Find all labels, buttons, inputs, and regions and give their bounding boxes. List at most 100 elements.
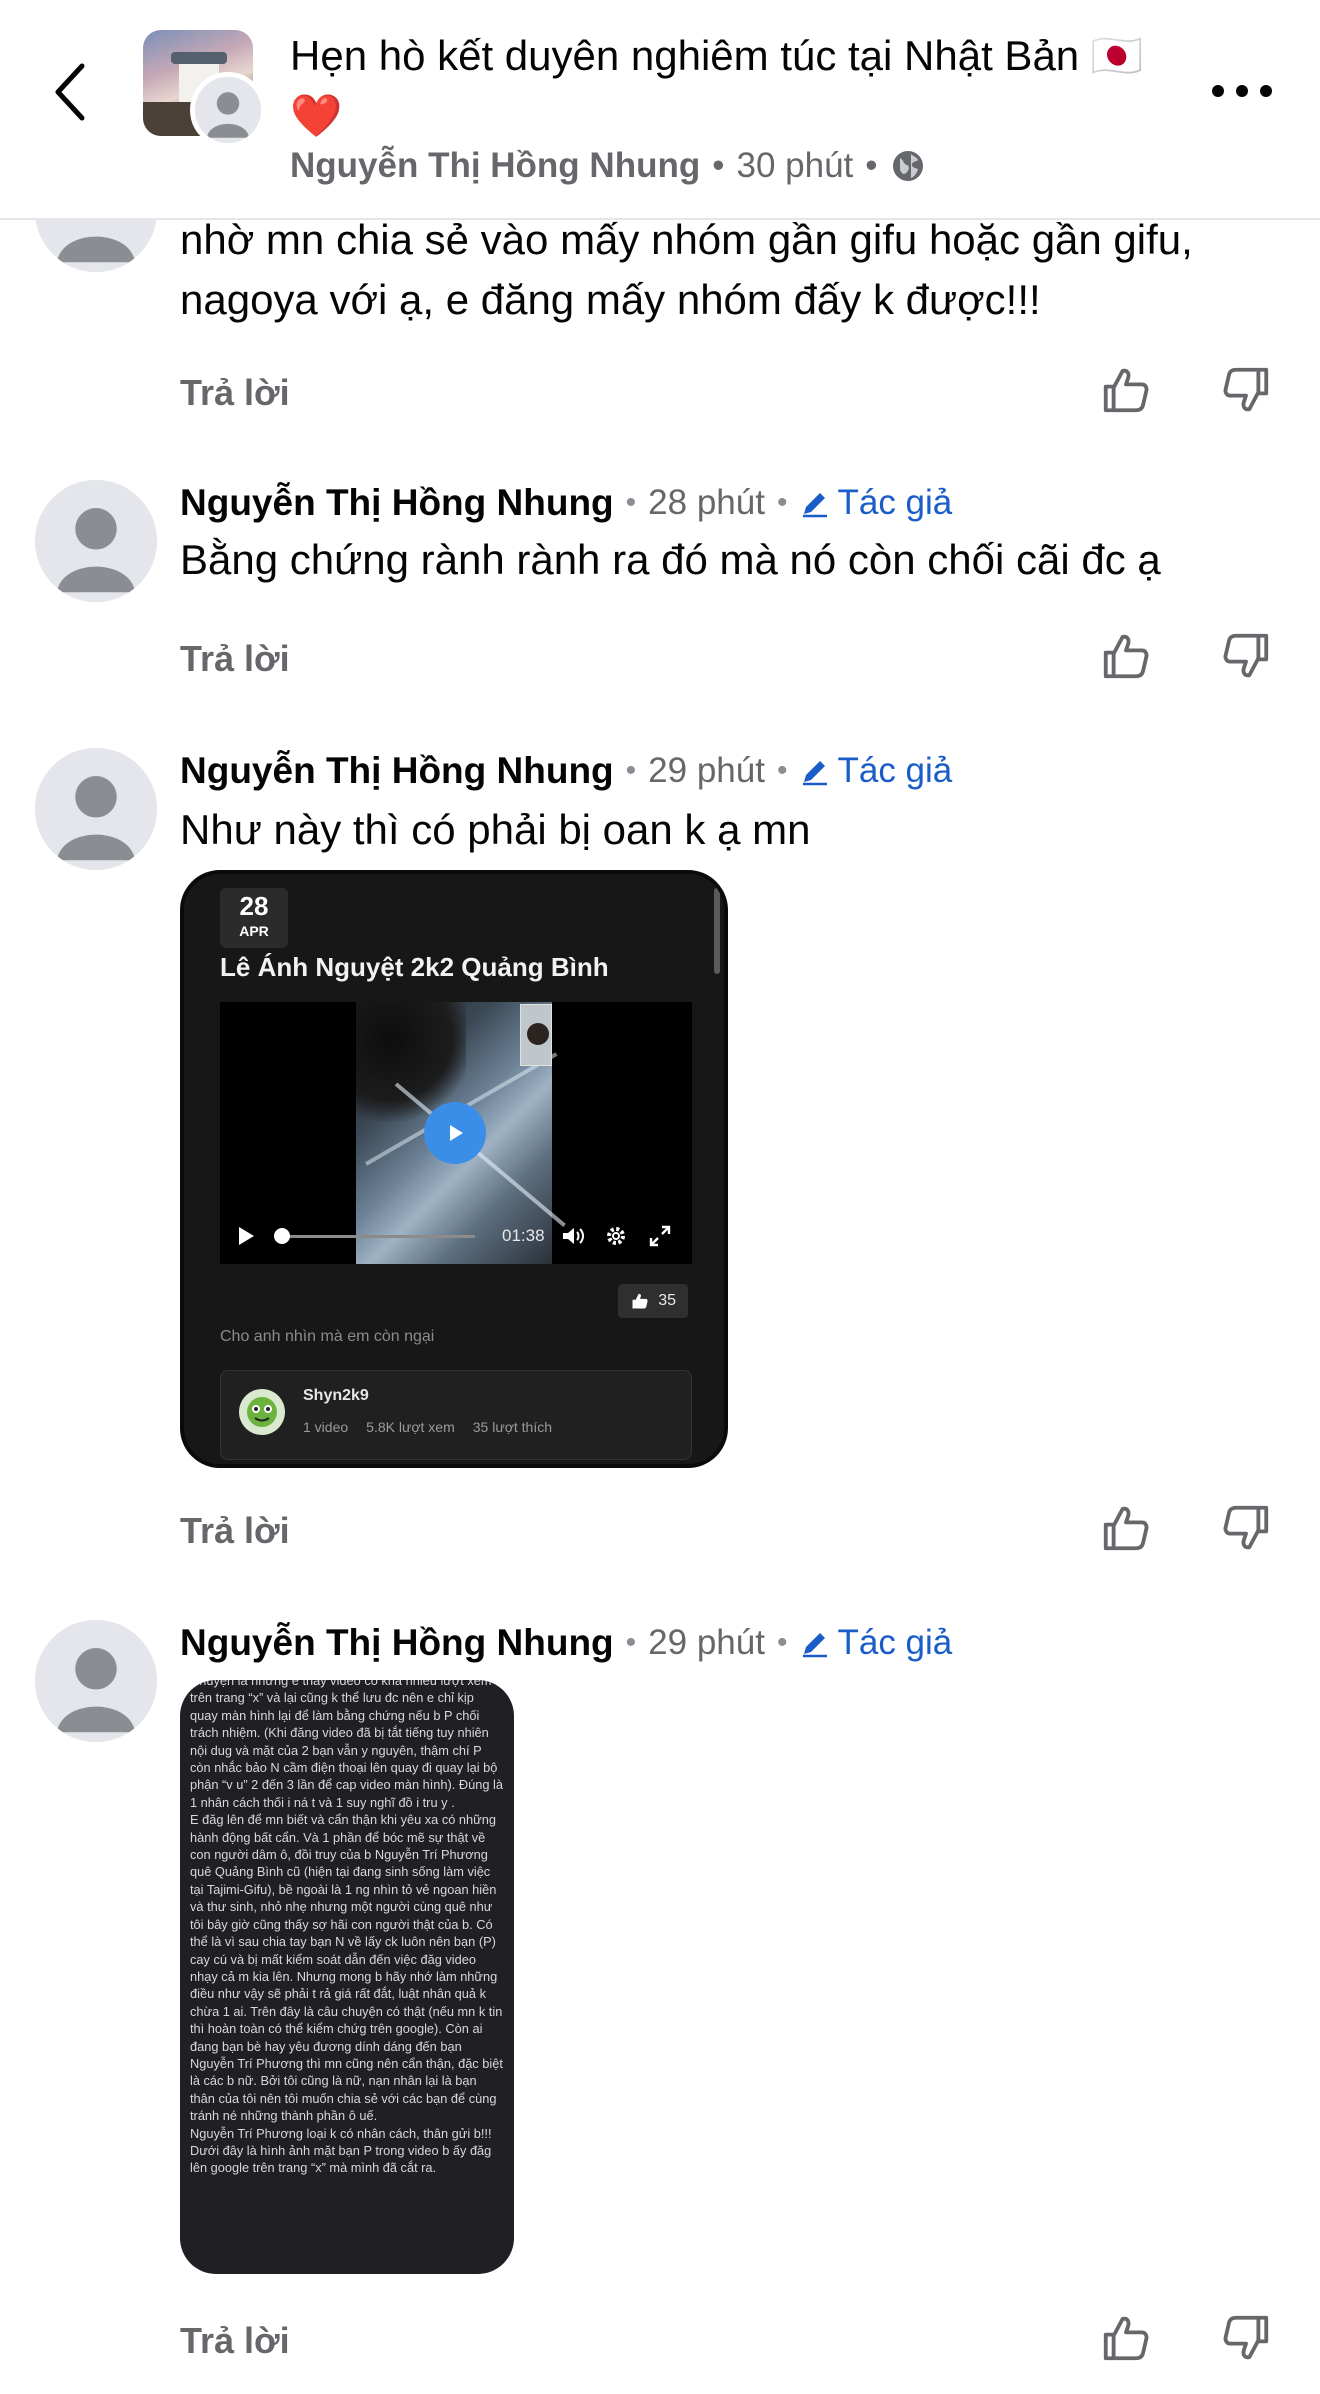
video-screenshot-attachment[interactable]: 28 APR Lê Ánh Nguyệt 2k2 Quảng Bình 01:3…	[180, 870, 728, 1468]
author-badge: Tác giả	[799, 483, 952, 523]
default-profile-icon	[35, 480, 157, 602]
dot-icon	[1260, 85, 1272, 97]
thumbs-up-icon	[632, 1293, 648, 1309]
seek-knob	[274, 1228, 290, 1244]
comment-text: Như này thì có phải bị oan k ạ mn	[180, 806, 811, 853]
scrollbar	[714, 888, 720, 974]
meta-separator: •	[625, 486, 637, 519]
downvote-button[interactable]	[1216, 360, 1276, 420]
commenter-name[interactable]: Nguyễn Thị Hồng Nhung	[180, 750, 614, 792]
screenshot-text: Chuyện là nhưng e thấy video có khá nhiề…	[190, 1680, 504, 2176]
meta-separator: •	[865, 146, 878, 185]
more-options-button[interactable]	[1212, 76, 1272, 106]
channel-stats: 1 video 5.8K lượt xem 35 lượt thích	[303, 1419, 552, 1435]
comment-text: nhờ mn chia sẻ vào mấy nhóm gần gifu hoặ…	[180, 216, 1193, 323]
group-title[interactable]: Hẹn hò kết duyên nghiêm túc tại Nhật Bản…	[290, 26, 1170, 146]
comment-header: Nguyễn Thị Hồng Nhung • 29 phút • Tác gi…	[180, 750, 952, 792]
meta-separator: •	[776, 486, 788, 519]
video-likes: 35	[658, 1292, 676, 1309]
author-badge: Tác giả	[799, 1623, 952, 1663]
commenter-avatar[interactable]	[35, 748, 157, 870]
upvote-button[interactable]	[1096, 360, 1156, 420]
channel-avatar	[239, 1389, 285, 1435]
comment-time[interactable]: 29 phút	[648, 751, 765, 791]
thumbs-down-icon	[1223, 2315, 1269, 2360]
downvote-button[interactable]	[1216, 1498, 1276, 1558]
comment-header: Nguyễn Thị Hồng Nhung • 28 phút • Tác gi…	[180, 482, 952, 524]
seek-track	[280, 1235, 475, 1238]
default-profile-icon	[195, 77, 261, 143]
comment-text: Bằng chứng rành rành ra đó mà nó còn chố…	[180, 536, 1161, 583]
downvote-button[interactable]	[1216, 2308, 1276, 2368]
video-date-month: APR	[239, 923, 269, 939]
monster-icon	[247, 1397, 277, 1427]
author-avatar[interactable]	[190, 72, 266, 148]
post-meta: Nguyễn Thị Hồng Nhung • 30 phút •	[290, 146, 926, 186]
reply-button[interactable]: Trả lời	[180, 638, 290, 680]
gear-icon	[607, 1227, 625, 1245]
comment-time[interactable]: 28 phút	[648, 483, 765, 523]
upvote-button[interactable]	[1096, 2308, 1156, 2368]
upvote-button[interactable]	[1096, 626, 1156, 686]
commenter-avatar[interactable]	[35, 480, 157, 602]
commenter-avatar[interactable]	[35, 1620, 157, 1742]
back-button[interactable]	[40, 52, 100, 132]
comment-header: Nguyễn Thị Hồng Nhung • 29 phút • Tác gi…	[180, 1622, 952, 1664]
volume-icon	[563, 1228, 584, 1244]
text-screenshot-attachment[interactable]: Chuyện là nhưng e thấy video có khá nhiề…	[180, 1680, 514, 2274]
author-badge-label: Tác giả	[837, 1623, 953, 1662]
globe-icon	[892, 151, 923, 181]
comment-time[interactable]: 29 phút	[648, 1623, 765, 1663]
thumbs-up-icon	[1103, 1506, 1149, 1551]
pencil-icon	[803, 493, 828, 518]
reply-button[interactable]: Trả lời	[180, 1510, 290, 1552]
video-caption: Cho anh nhìn mà em còn ngại	[220, 1328, 435, 1345]
dot-icon	[1236, 85, 1248, 97]
author-badge-label: Tác giả	[837, 751, 953, 790]
thumbs-down-icon	[1223, 633, 1269, 678]
upvote-button[interactable]	[1096, 1498, 1156, 1558]
video-date: 28 APR	[220, 888, 288, 948]
channel-view-count: 5.8K lượt xem	[366, 1419, 455, 1435]
channel-video-count: 1 video	[303, 1419, 349, 1435]
author-badge: Tác giả	[799, 751, 952, 791]
default-profile-icon	[35, 1620, 157, 1742]
channel-card: Shyn2k9 1 video 5.8K lượt xem 35 lượt th…	[220, 1370, 692, 1460]
thumbs-up-icon	[1103, 368, 1149, 413]
reply-button[interactable]: Trả lời	[180, 372, 290, 414]
fullscreen-icon	[649, 1225, 671, 1247]
meta-separator: •	[625, 1626, 637, 1659]
group-post-header: Hẹn hò kết duyên nghiêm túc tại Nhật Bản…	[0, 0, 1320, 220]
commenter-name[interactable]: Nguyễn Thị Hồng Nhung	[180, 1622, 614, 1664]
video-controls: 01:38	[220, 1216, 692, 1256]
meta-separator: •	[776, 1626, 788, 1659]
thumbs-down-icon	[1223, 1505, 1269, 1550]
meta-separator: •	[776, 754, 788, 787]
dot-icon	[1212, 85, 1224, 97]
post-time[interactable]: 30 phút	[736, 146, 853, 186]
pencil-icon	[803, 1633, 828, 1658]
pip-thumbnail	[520, 1004, 552, 1066]
video-title: Lê Ánh Nguyệt 2k2 Quảng Bình	[220, 952, 609, 982]
comment-item: Nguyễn Thị Hồng Nhung • 28 phút • Tác gi…	[0, 430, 1320, 700]
video-player: 01:38	[220, 1002, 692, 1264]
post-author[interactable]: Nguyễn Thị Hồng Nhung	[290, 146, 700, 186]
play-icon	[239, 1227, 254, 1245]
meta-separator: •	[712, 146, 725, 185]
downvote-button[interactable]	[1216, 626, 1276, 686]
commenter-name[interactable]: Nguyễn Thị Hồng Nhung	[180, 482, 614, 524]
channel-name: Shyn2k9	[303, 1387, 369, 1404]
video-date-day: 28	[239, 891, 269, 921]
thumbs-up-icon	[1103, 2316, 1149, 2361]
reply-button[interactable]: Trả lời	[180, 2320, 290, 2362]
thumbs-up-icon	[1103, 634, 1149, 679]
video-like-count: 35	[618, 1284, 688, 1318]
pencil-icon	[803, 761, 828, 786]
author-badge-label: Tác giả	[837, 483, 953, 522]
play-icon	[424, 1102, 486, 1164]
video-duration: 01:38	[502, 1226, 545, 1245]
default-profile-icon	[35, 748, 157, 870]
thumbs-down-icon	[1223, 367, 1269, 412]
chevron-left-icon	[55, 63, 85, 121]
channel-like-count: 35 lượt thích	[472, 1419, 553, 1435]
